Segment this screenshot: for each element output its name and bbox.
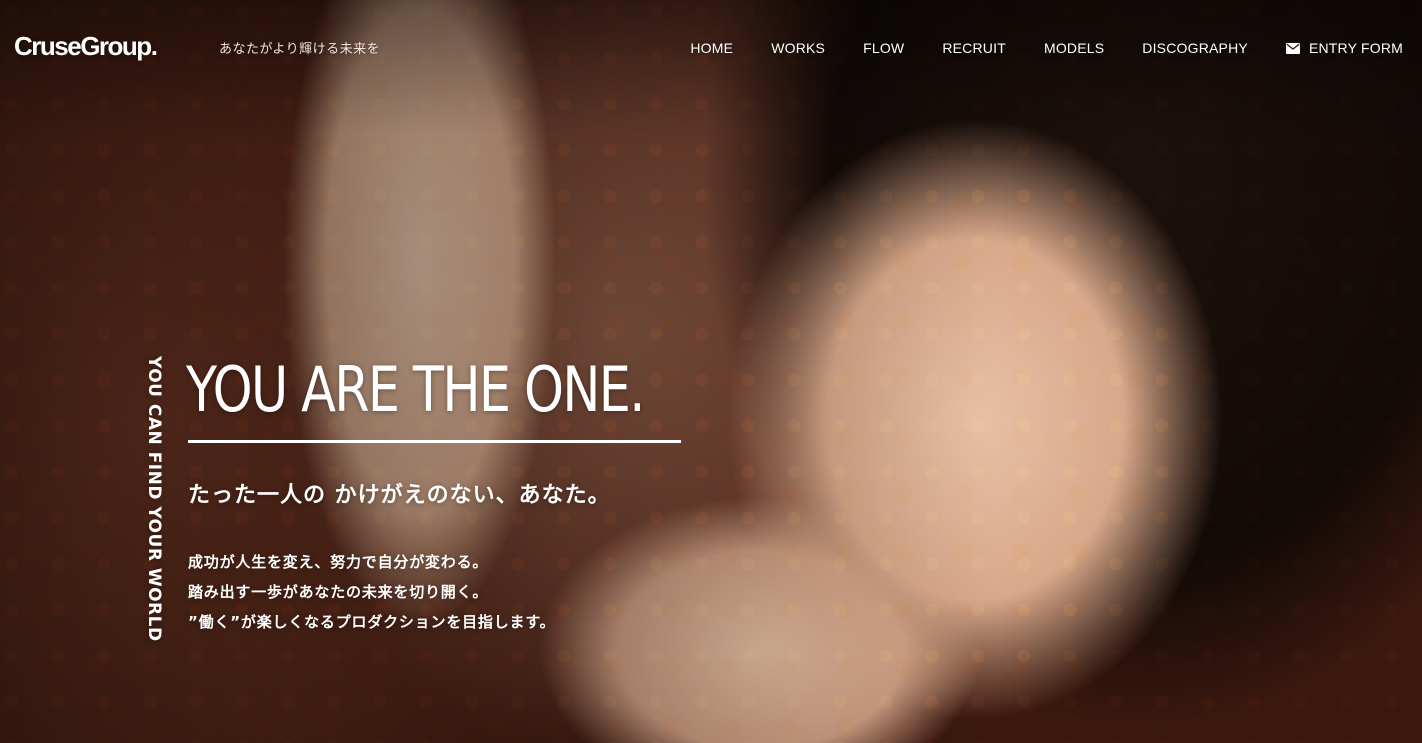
nav-item-models[interactable]: MODELS (1044, 40, 1104, 56)
nav-item-home[interactable]: HOME (690, 40, 733, 56)
nav-item-recruit[interactable]: RECRUIT (942, 40, 1006, 56)
nav-item-entry-form[interactable]: ENTRY FORM (1285, 40, 1403, 56)
site-header: CruseGroup. あなたがより輝ける未来を HOME WORKS FLOW… (0, 0, 1422, 96)
hero-subheadline: たった一人の かけがえのない、あなた。 (188, 483, 611, 508)
logo-dot: . (150, 31, 158, 61)
hero-body-line: 踏み出す一歩があなたの未来を切り開く。 (188, 583, 489, 601)
nav-item-discography[interactable]: DISCOGRAPHY (1142, 40, 1248, 56)
main-nav: HOME WORKS FLOW RECRUIT MODELS DISCOGRAP… (690, 40, 1403, 56)
mail-icon (1285, 42, 1300, 54)
entry-form-label: ENTRY FORM (1308, 40, 1403, 56)
hero-body-line: ”働く”が楽しくなるプロダクションを目指します。 (188, 613, 556, 631)
headline-underline (188, 440, 681, 443)
site-tagline: あなたがより輝ける未来を (219, 42, 381, 57)
hero-body-line: 成功が人生を変え、努力で自分が変わる。 (188, 553, 489, 571)
logo[interactable]: CruseGroup. (14, 31, 158, 62)
hero-body-text: 成功が人生を変え、努力で自分が変わる。 踏み出す一歩があなたの未来を切り開く。 … (188, 547, 555, 637)
vertical-slogan: YOU CAN FIND YOUR WORLD (144, 356, 164, 642)
logo-text: CruseGroup (14, 31, 152, 61)
nav-item-flow[interactable]: FLOW (863, 40, 904, 56)
hero-headline: YOU ARE THE ONE. (186, 353, 645, 426)
nav-item-works[interactable]: WORKS (771, 40, 825, 56)
